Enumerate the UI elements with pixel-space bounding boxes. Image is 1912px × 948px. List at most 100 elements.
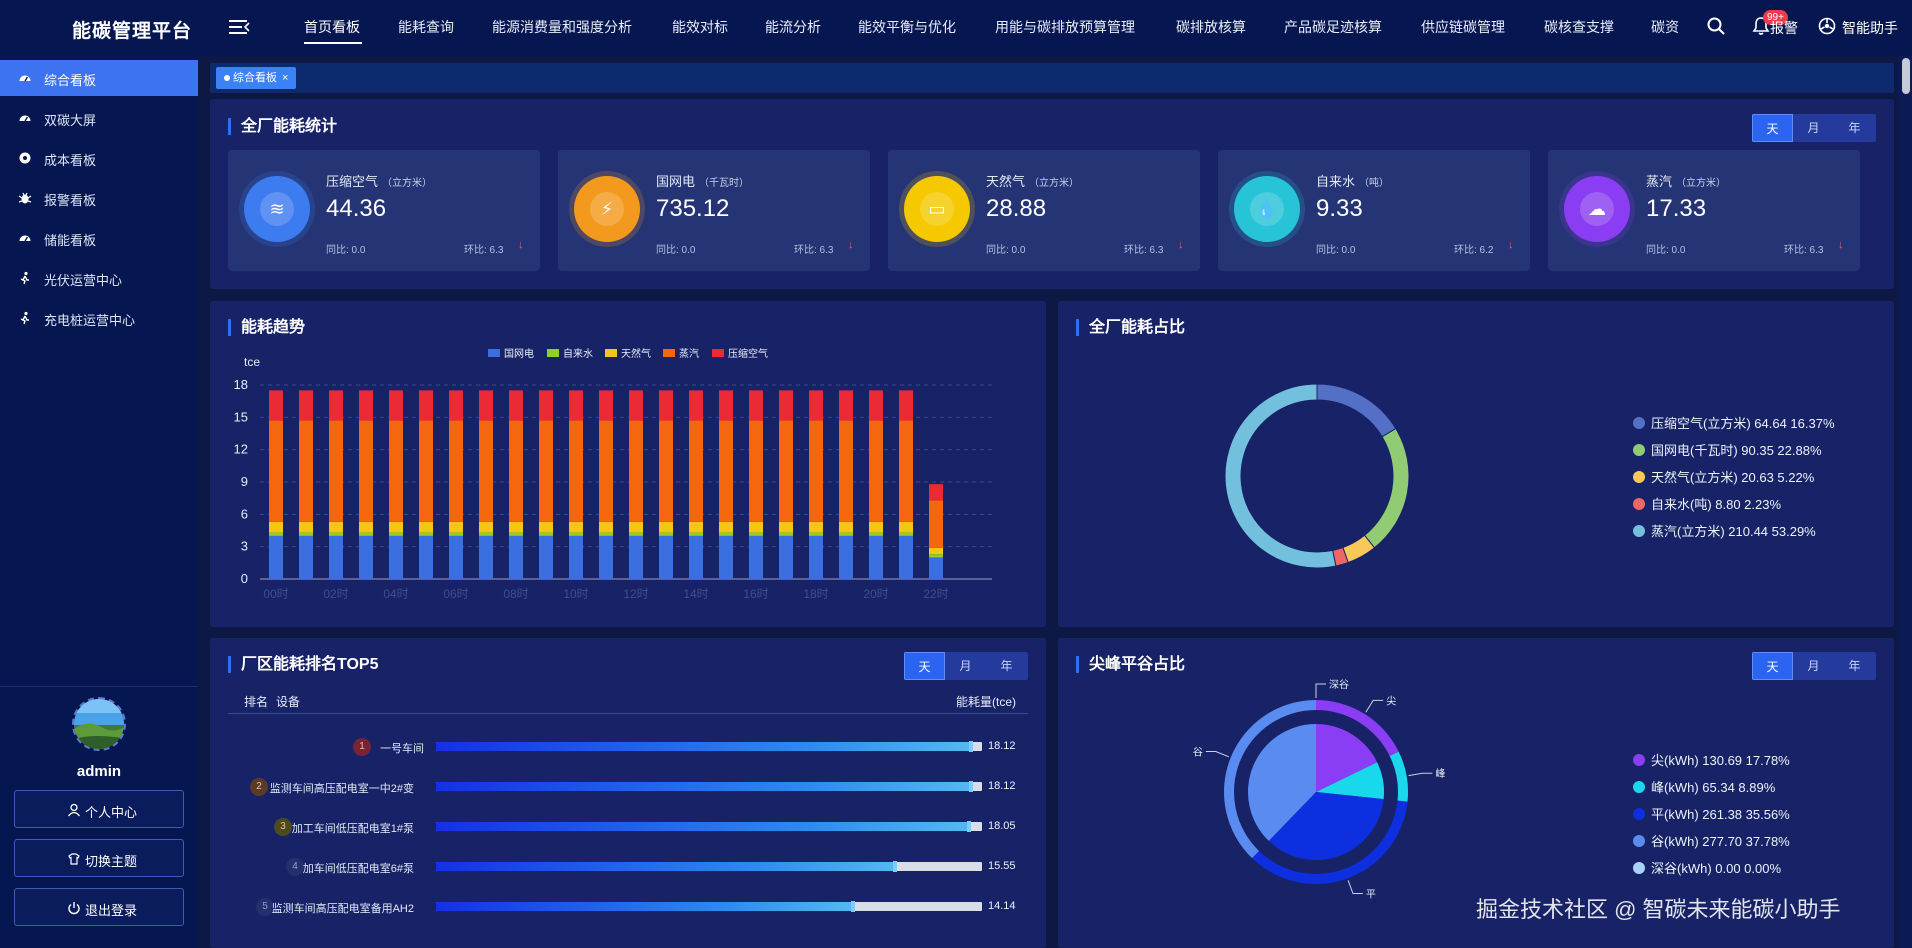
donut-slice-1[interactable] xyxy=(1363,427,1410,549)
close-icon[interactable]: × xyxy=(282,72,288,84)
bar-segment-蒸汽 xyxy=(809,420,823,522)
sidebar-item-1[interactable]: 双碳大屏 xyxy=(0,100,198,136)
sidebar-item-5[interactable]: 光伏运营中心 xyxy=(0,260,198,296)
assistant-icon[interactable] xyxy=(1818,17,1836,35)
ranking-row[interactable]: 3 加工车间低压配电室1#泵 18.05 xyxy=(0,814,1016,838)
bar-segment-天然气 xyxy=(269,521,283,533)
period-year-button[interactable]: 年 xyxy=(1834,114,1875,142)
energy-stats-title: 全厂能耗统计 xyxy=(228,118,337,135)
legend-entry[interactable]: 深谷(kWh) 0.00 0.00% xyxy=(1651,861,1781,876)
legend-entry[interactable]: 压缩空气(立方米) 64.64 16.37% xyxy=(1651,416,1835,431)
ranking-month-button[interactable]: 月 xyxy=(945,652,986,680)
legend-entry[interactable]: 尖(kWh) 130.69 17.78% xyxy=(1651,753,1790,768)
active-dot-icon xyxy=(224,75,230,82)
rank-device-name: 加工车间低压配电室1#泵 xyxy=(291,823,414,835)
bar-segment-压缩空气 xyxy=(509,390,523,421)
bar-segment-蒸汽 xyxy=(449,420,463,522)
nav-item-2[interactable]: 能源消费量和强度分析 xyxy=(492,17,632,37)
rank-device-name: 加车间低压配电室6#泵 xyxy=(302,863,414,875)
tab-comprehensive-dashboard[interactable]: 综合看板 × xyxy=(216,67,297,89)
donut-slice-0[interactable] xyxy=(1316,383,1397,438)
ranking-row[interactable]: 2 监测车间高压配电室一中2#变 18.12 xyxy=(0,774,1016,798)
y-tick-label: 18 xyxy=(234,377,248,392)
legend-label[interactable]: 自来水 xyxy=(563,347,593,360)
legend-entry[interactable]: 天然气(立方米) 20.63 5.22% xyxy=(1651,470,1815,485)
leader-line xyxy=(1315,683,1326,698)
legend-entry[interactable]: 峰(kWh) 65.34 8.89% xyxy=(1651,780,1776,795)
ranking-row[interactable]: 5 监测车间高压配电室备用AH2 14.14 xyxy=(0,894,1016,918)
sidebar-item-label: 报警看板 xyxy=(44,193,97,208)
legend-swatch xyxy=(1633,471,1645,483)
bar-segment-国网电 xyxy=(449,535,463,579)
legend-label[interactable]: 压缩空气 xyxy=(728,347,768,360)
rank-bar-marker xyxy=(969,741,973,752)
rank-bar-marker xyxy=(967,821,971,832)
bar-segment-天然气 xyxy=(659,521,673,533)
legend-entry[interactable]: 蒸汽(立方米) 210.44 53.29% xyxy=(1651,524,1816,539)
period-month-button[interactable]: 月 xyxy=(1793,114,1834,142)
stat-name-text: 蒸汽 xyxy=(1646,174,1673,189)
sidebar-item-6[interactable]: 充电桩运营中心 xyxy=(0,300,198,336)
search-icon[interactable] xyxy=(1706,16,1726,36)
legend-label[interactable]: 国网电 xyxy=(504,347,534,360)
menu-toggle-icon[interactable] xyxy=(228,17,250,37)
nav-item-0[interactable]: 首页看板 xyxy=(304,17,360,37)
legend-entry[interactable]: 国网电(千瓦时) 90.35 22.88% xyxy=(1651,443,1822,458)
bar-segment-压缩空气 xyxy=(569,390,583,421)
sidebar-item-3[interactable]: 报警看板 xyxy=(0,180,198,216)
alarm-link[interactable]: 报警 xyxy=(1770,18,1798,38)
legend-entry[interactable]: 平(kWh) 261.38 35.56% xyxy=(1651,807,1790,822)
bar-segment-蒸汽 xyxy=(659,420,673,522)
rank-bar-marker xyxy=(893,861,897,872)
bar-segment-自来水 xyxy=(839,532,853,536)
x-tick-label: 04时 xyxy=(383,587,408,601)
stat-unit: （立方米） xyxy=(1029,178,1080,189)
nav-item-10[interactable]: 碳核查支撑 xyxy=(1544,17,1614,37)
outer-ring-slice-1[interactable] xyxy=(1389,751,1408,802)
ranking-row[interactable]: 1 一号车间 18.12 xyxy=(0,734,1016,758)
bar-segment-蒸汽 xyxy=(509,420,523,522)
bar-segment-蒸汽 xyxy=(719,420,733,522)
x-tick-label: 16时 xyxy=(743,587,768,601)
bar-segment-国网电 xyxy=(629,535,643,579)
legend-swatch xyxy=(1633,754,1645,766)
nav-item-4[interactable]: 能流分析 xyxy=(765,17,821,37)
rank-bar-fill xyxy=(436,742,971,751)
nav-item-1[interactable]: 能耗查询 xyxy=(398,17,454,37)
rank-badge: 1 xyxy=(353,738,371,756)
dashboard-icon xyxy=(19,235,31,242)
app-title: 能碳管理平台 xyxy=(72,21,193,42)
donut-slice-4[interactable] xyxy=(1224,383,1337,569)
energy-share-panel: 全厂能耗占比 压缩空气(立方米) 64.64 16.37% 国网电(千瓦时) 90… xyxy=(1058,301,1894,627)
sidebar-item-0[interactable]: 综合看板 xyxy=(0,60,198,96)
page-scrollbar-thumb[interactable] xyxy=(1902,58,1910,94)
nav-item-3[interactable]: 能效对标 xyxy=(672,17,728,37)
stat-name: 国网电 （千瓦时） xyxy=(656,171,749,190)
sidebar-item-4[interactable]: 储能看板 xyxy=(0,220,198,256)
legend-label[interactable]: 蒸汽 xyxy=(679,347,699,360)
nav-item-6[interactable]: 用能与碳排放预算管理 xyxy=(995,17,1135,37)
nav-item-11[interactable]: 碳资 xyxy=(1651,17,1679,37)
slice-label: 深谷 xyxy=(1329,679,1349,691)
ranking-row[interactable]: 4 加车间低压配电室6#泵 15.55 xyxy=(0,854,1016,878)
bar-segment-天然气 xyxy=(419,521,433,533)
ranking-year-button[interactable]: 年 xyxy=(986,652,1027,680)
legend-label[interactable]: 天然气 xyxy=(621,347,651,360)
legend-entry[interactable]: 自来水(吨) 8.80 2.23% xyxy=(1651,497,1781,512)
bar-segment-国网电 xyxy=(359,535,373,579)
x-tick-label: 12时 xyxy=(623,587,648,601)
nav-item-5[interactable]: 能效平衡与优化 xyxy=(858,17,956,37)
nav-item-8[interactable]: 产品碳足迹核算 xyxy=(1284,17,1382,37)
nav-item-9[interactable]: 供应链碳管理 xyxy=(1421,17,1505,37)
ranking-day-button[interactable]: 天 xyxy=(904,652,945,680)
nav-item-7[interactable]: 碳排放核算 xyxy=(1176,17,1246,37)
assistant-link[interactable]: 智能助手 xyxy=(1842,18,1898,38)
nav-active-underline xyxy=(304,42,362,44)
rank-value: 18.12 xyxy=(988,740,1016,752)
page-scrollbar[interactable] xyxy=(1898,56,1912,948)
period-day-button[interactable]: 天 xyxy=(1752,114,1793,142)
sidebar-item-2[interactable]: 成本看板 xyxy=(0,140,198,176)
bar-segment-压缩空气 xyxy=(389,390,403,421)
bar-segment-国网电 xyxy=(779,535,793,579)
legend-entry[interactable]: 谷(kWh) 277.70 37.78% xyxy=(1651,834,1790,849)
